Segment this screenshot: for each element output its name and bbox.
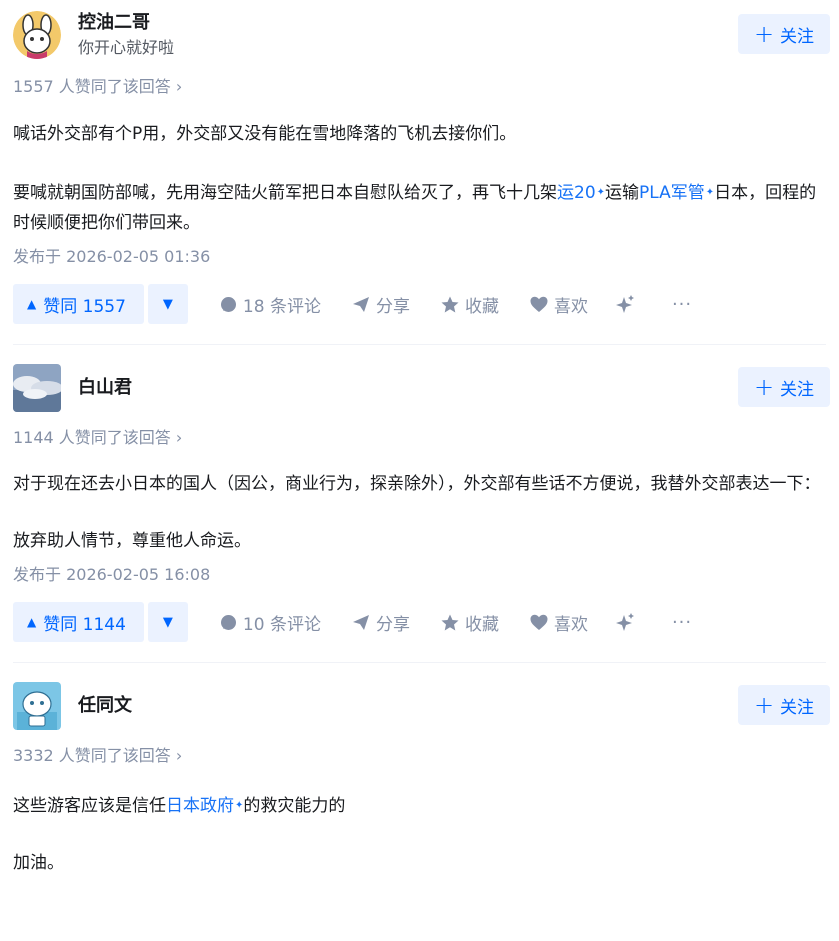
answer-content: 这些游客应该是信任日本政府✦的救灾能力的 加油。 [13, 791, 826, 878]
like-button[interactable]: 喜欢 [530, 610, 588, 635]
sparkle-icon [615, 295, 634, 313]
paragraph: 加油。 [13, 853, 64, 873]
collect-button[interactable]: 收藏 [441, 292, 499, 317]
action-bar: ▲ 赞同 1557 ▼ 18 条评论 分享 收藏 喜欢 ··· [13, 284, 826, 324]
sparkle-icon: ✦ [596, 187, 606, 198]
votes-count-link[interactable]: 3332 人赞同了该回答 › [13, 746, 826, 766]
like-button[interactable]: 喜欢 [530, 292, 588, 317]
publish-time: 发布于 2026-02-05 16:08 [13, 565, 211, 584]
more-button[interactable]: ··· [672, 612, 692, 633]
like-label: 喜欢 [553, 614, 588, 635]
text: 要喊就朝国防部喊，先用海空陆火箭军把日本自慰队给灭了，再飞十几架 [13, 183, 557, 203]
author-name[interactable]: 白山君 [78, 376, 132, 400]
author-info: 控油二哥 你开心就好啦 [78, 11, 174, 59]
author-info: 白山君 [78, 376, 132, 400]
plus-icon: + [753, 373, 775, 401]
heart-icon [530, 614, 548, 630]
answer-card: 白山君 + 关注 1144 人赞同了该回答 › 对于现在还去小日本的国人（因公，… [0, 345, 839, 642]
upvote-label: 赞同 1557 [43, 296, 126, 317]
follow-label: 关注 [780, 379, 815, 400]
collect-label: 收藏 [464, 614, 499, 635]
author-avatar[interactable] [13, 364, 61, 412]
follow-button[interactable]: + 关注 [738, 14, 830, 54]
share-label: 分享 [375, 296, 410, 317]
ai-sparkle-button[interactable] [615, 613, 640, 631]
share-button[interactable]: 分享 [352, 610, 410, 635]
author-avatar[interactable] [13, 682, 61, 730]
author-row: 控油二哥 你开心就好啦 + 关注 [13, 11, 830, 59]
answer-content: 喊话外交部有个P用，外交部又没有能在雪地降落的飞机去接你们。 要喊就朝国防部喊，… [13, 119, 826, 238]
plus-icon: + [753, 691, 775, 719]
text: 的救灾能力的 [243, 796, 346, 816]
paragraph: 对于现在还去小日本的国人（因公，商业行为，探亲除外），外交部有些话不方便说，我替… [13, 474, 821, 494]
upvote-icon: ▲ [27, 297, 37, 311]
like-label: 喜欢 [553, 296, 588, 317]
comments-button[interactable]: 18 条评论 [220, 292, 321, 317]
upvote-button[interactable]: ▲ 赞同 1144 [13, 602, 144, 642]
follow-label: 关注 [780, 26, 815, 47]
author-avatar[interactable] [13, 11, 61, 59]
votes-count-link[interactable]: 1557 人赞同了该回答 › [13, 77, 826, 97]
comment-icon [220, 614, 236, 630]
keyword-link[interactable]: 运20✦ [557, 183, 605, 203]
publish-time: 发布于 2026-02-05 01:36 [13, 247, 211, 266]
comments-button[interactable]: 10 条评论 [220, 610, 321, 635]
author-name[interactable]: 任同文 [78, 694, 132, 718]
follow-button[interactable]: + 关注 [738, 685, 830, 725]
upvote-label: 赞同 1144 [43, 614, 126, 635]
keyword-link[interactable]: PLA军管✦ [639, 183, 714, 203]
share-icon [352, 296, 369, 312]
keyword-link[interactable]: 日本政府✦ [166, 796, 243, 816]
sparkle-icon: ✦ [705, 187, 715, 198]
answer-card: 控油二哥 你开心就好啦 + 关注 1557 人赞同了该回答 › 喊话外交部有个P… [0, 0, 839, 324]
comments-label: 10 条评论 [242, 614, 321, 635]
upvote-icon: ▲ [27, 615, 37, 629]
share-icon [352, 614, 369, 630]
share-button[interactable]: 分享 [352, 292, 410, 317]
heart-icon [530, 296, 548, 312]
text: 这些游客应该是信任 [13, 796, 166, 816]
paragraph: 要喊就朝国防部喊，先用海空陆火箭军把日本自慰队给灭了，再飞十几架运20✦运输PL… [13, 178, 826, 238]
share-label: 分享 [375, 614, 410, 635]
downvote-button[interactable]: ▼ [147, 284, 188, 324]
collect-button[interactable]: 收藏 [441, 610, 499, 635]
sparkle-icon [615, 613, 634, 631]
answer-card: 任同文 + 关注 3332 人赞同了该回答 › 这些游客应该是信任日本政府✦的救… [0, 663, 839, 878]
paragraph: 喊话外交部有个P用，外交部又没有能在雪地降落的飞机去接你们。 [13, 119, 826, 149]
author-row: 任同文 + 关注 [13, 682, 830, 730]
answer-content: 对于现在还去小日本的国人（因公，商业行为，探亲除外），外交部有些话不方便说，我替… [13, 469, 826, 556]
text: 运输 [605, 183, 640, 203]
author-name[interactable]: 控油二哥 [78, 11, 174, 35]
author-row: 白山君 + 关注 [13, 364, 830, 412]
author-bio: 你开心就好啦 [78, 38, 175, 57]
star-icon [441, 614, 459, 630]
votes-count-link[interactable]: 1144 人赞同了该回答 › [13, 428, 826, 448]
comments-label: 18 条评论 [242, 296, 321, 317]
downvote-button[interactable]: ▼ [147, 602, 188, 642]
paragraph: 放弃助人情节，尊重他人命运。 [13, 531, 251, 551]
ai-sparkle-button[interactable] [615, 295, 640, 313]
comment-icon [220, 296, 236, 312]
author-info: 任同文 [78, 694, 132, 718]
upvote-button[interactable]: ▲ 赞同 1557 [13, 284, 144, 324]
star-icon [441, 296, 459, 312]
text: 喊话外交部有个P用，外交部又没有能在雪地降落的飞机去接你们。 [13, 124, 517, 144]
action-bar: ▲ 赞同 1144 ▼ 10 条评论 分享 收藏 喜欢 ··· [13, 602, 826, 642]
follow-button[interactable]: + 关注 [738, 367, 830, 407]
paragraph: 这些游客应该是信任日本政府✦的救灾能力的 [13, 791, 826, 821]
follow-label: 关注 [780, 697, 815, 718]
collect-label: 收藏 [464, 296, 499, 317]
plus-icon: + [753, 20, 775, 48]
more-button[interactable]: ··· [672, 294, 692, 315]
